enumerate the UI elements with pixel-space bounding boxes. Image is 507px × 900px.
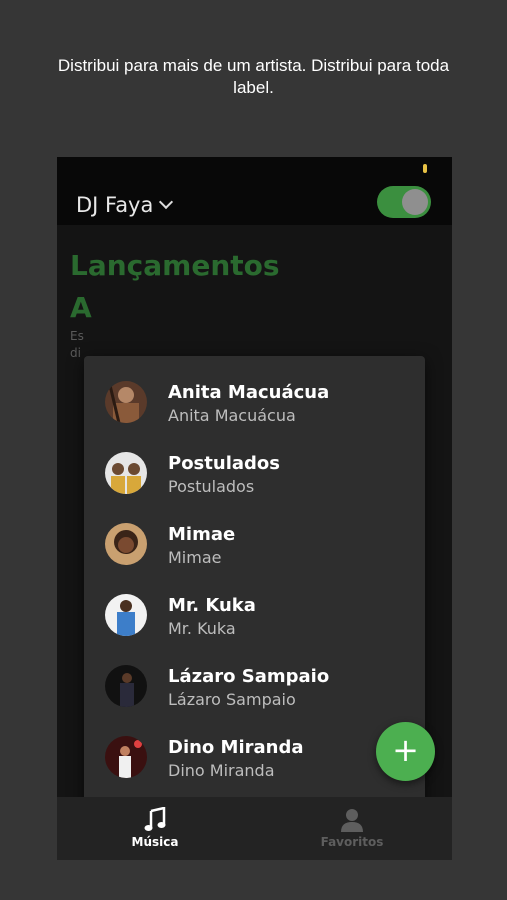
artist-subtitle: Mimae <box>168 548 222 567</box>
artist-avatar <box>105 594 147 636</box>
section-heading: A <box>70 291 92 324</box>
mode-toggle[interactable] <box>377 186 431 218</box>
add-button[interactable]: + <box>376 722 435 781</box>
artist-subtitle: Lázaro Sampaio <box>168 690 296 709</box>
page-title: Lançamentos <box>70 249 280 282</box>
artist-item[interactable]: Dino Miranda Dino Miranda <box>84 724 425 794</box>
artist-name: Mr. Kuka <box>168 595 256 616</box>
artist-avatar <box>105 736 147 778</box>
music-note-icon <box>95 806 215 833</box>
artist-avatar <box>105 452 147 494</box>
artist-dropdown-menu: Anita Macuácua Anita Macuácua Postulados… <box>84 356 425 819</box>
artist-avatar <box>105 665 147 707</box>
artist-subtitle: Anita Macuácua <box>168 406 296 425</box>
artist-name: Dino Miranda <box>168 737 304 758</box>
promo-caption: Distribui para mais de um artista. Distr… <box>57 56 450 97</box>
artist-subtitle: Dino Miranda <box>168 761 275 780</box>
artist-name: Anita Macuácua <box>168 382 330 403</box>
nav-item-favoritos[interactable]: Favoritos <box>292 807 412 849</box>
nav-item-musica[interactable]: Música <box>95 806 215 849</box>
artist-name: Lázaro Sampaio <box>168 666 330 687</box>
artist-avatar <box>105 381 147 423</box>
person-icon <box>292 807 412 833</box>
artist-name: Postulados <box>168 453 280 474</box>
artist-item[interactable]: Postulados Postulados <box>84 440 425 510</box>
nav-label-musica: Música <box>131 835 179 849</box>
artist-name: Mimae <box>168 524 236 545</box>
account-name: DJ Faya <box>76 193 154 217</box>
account-selector[interactable]: DJ Faya <box>76 193 174 217</box>
artist-item[interactable]: Anita Macuácua Anita Macuácua <box>84 369 425 439</box>
artist-item[interactable]: Mr. Kuka Mr. Kuka <box>84 582 425 652</box>
artist-avatar <box>105 523 147 565</box>
toggle-knob <box>402 189 428 215</box>
bottom-navigation: Música Favoritos <box>57 797 452 860</box>
artist-subtitle: Postulados <box>168 477 255 496</box>
artist-item[interactable]: Lázaro Sampaio Lázaro Sampaio <box>84 653 425 723</box>
artist-subtitle: Mr. Kuka <box>168 619 236 638</box>
chevron-down-icon <box>159 194 174 210</box>
nav-label-favoritos: Favoritos <box>320 835 384 849</box>
artist-item[interactable]: Mimae Mimae <box>84 511 425 581</box>
status-indicator <box>423 164 427 173</box>
main-content: Lançamentos A Es di Anita Macuácua Anita… <box>57 225 452 819</box>
app-header: DJ Faya <box>57 157 452 225</box>
